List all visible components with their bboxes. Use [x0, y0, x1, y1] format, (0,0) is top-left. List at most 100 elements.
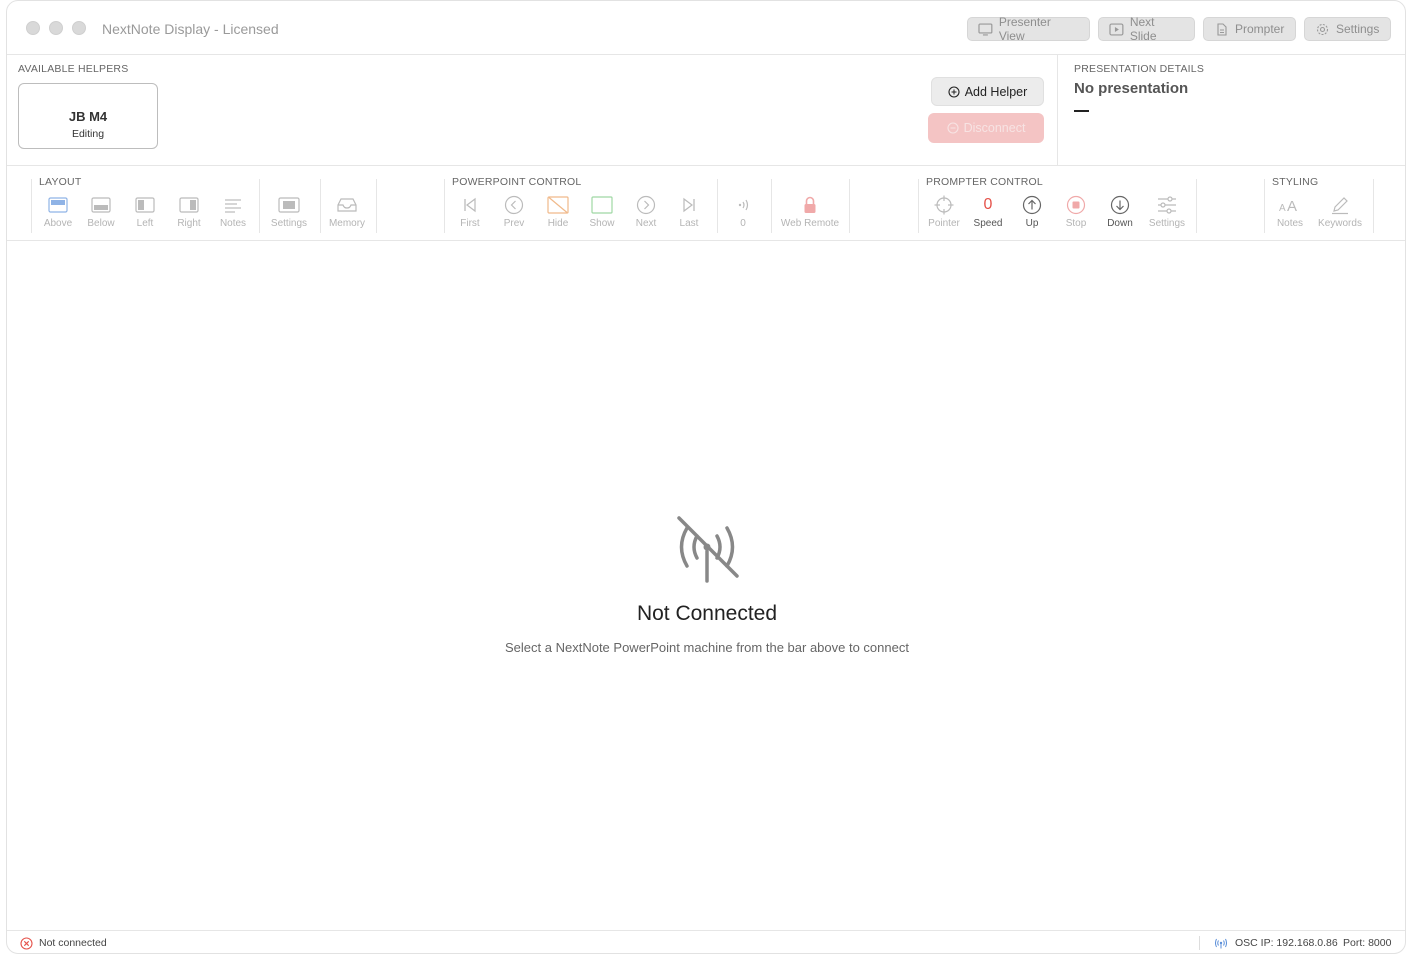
ppt-last-label: Last: [679, 218, 699, 229]
presentation-title: No presentation: [1074, 80, 1189, 97]
prompter-down-label: Down: [1107, 218, 1133, 229]
broadcast-icon: [1215, 938, 1227, 949]
presenter-view-button[interactable]: Presenter View: [967, 15, 1090, 43]
tray-icon: [337, 198, 357, 212]
styling-section-label: STYLING: [1272, 176, 1319, 188]
layout-right-button[interactable]: Right: [167, 194, 211, 229]
titlebar: NextNote Display - Licensed Presenter Vi…: [7, 1, 1405, 55]
document-icon: [1217, 22, 1227, 36]
add-helper-button[interactable]: Add Helper: [931, 77, 1044, 106]
notes-lines-icon: [225, 199, 241, 213]
pen-icon: [1332, 197, 1348, 215]
toolbar-separator: [717, 179, 718, 233]
next-slide-label: Next Slide: [1129, 15, 1157, 43]
layout-above-label: Above: [43, 218, 73, 229]
toolbar-separator: [376, 179, 377, 233]
status-bar: Not connected OSC IP: 192.168.0.86 Port:…: [7, 930, 1405, 953]
layout-right-label: Right: [177, 218, 201, 229]
layout-notes-button[interactable]: Notes: [211, 194, 255, 229]
prompter-stop-label: Stop: [1065, 218, 1087, 229]
not-connected-title: Not Connected: [636, 602, 778, 625]
svg-text:A: A: [1287, 198, 1297, 214]
display-settings-icon: [278, 197, 300, 213]
layout-left-button[interactable]: Left: [123, 194, 167, 229]
toolbar-separator: [849, 179, 850, 233]
status-separator: [1199, 936, 1200, 950]
web-remote-label: Web Remote: [780, 218, 840, 229]
presentation-details-label: PRESENTATION DETAILS: [1074, 63, 1205, 75]
ppt-next-label: Next: [635, 218, 657, 229]
app-window: NextNote Display - Licensed Presenter Vi…: [6, 0, 1406, 954]
toolbar-separator: [1373, 179, 1374, 233]
disconnect-button[interactable]: Disconnect: [928, 113, 1044, 143]
toolbar-separator: [771, 179, 772, 233]
close-window-button[interactable]: [26, 21, 40, 35]
layout-above-button[interactable]: Above: [36, 194, 80, 229]
prompter-button[interactable]: Prompter: [1203, 17, 1296, 41]
presentation-details-panel: PRESENTATION DETAILS No presentation: [1058, 55, 1405, 165]
ppt-next-button[interactable]: Next: [624, 194, 668, 229]
chevron-left-circle-icon: [504, 195, 524, 215]
minimize-window-button[interactable]: [49, 21, 63, 35]
ppt-hide-button[interactable]: Hide: [536, 194, 580, 229]
settings-button[interactable]: Settings: [1304, 17, 1391, 41]
layout-left-label: Left: [136, 218, 154, 229]
helper-card[interactable]: JB M4 Editing: [18, 83, 158, 149]
helper-status: Editing: [71, 128, 105, 140]
styling-notes-button[interactable]: AA Notes: [1268, 194, 1312, 229]
last-slide-icon: [683, 197, 695, 213]
toolbar-separator: [1196, 179, 1197, 233]
toolbar-separator: [918, 179, 919, 233]
osc-ip-text: OSC IP: 192.168.0.86: [1235, 937, 1338, 949]
layout-settings-label: Settings: [270, 218, 308, 229]
layout-notes-label: Notes: [219, 218, 247, 229]
monitor-icon: [978, 22, 993, 36]
sliders-icon: [1158, 196, 1176, 214]
signal-count-button[interactable]: 0: [721, 194, 765, 229]
layout-below-icon: [91, 197, 111, 213]
ppt-prev-button[interactable]: Prev: [492, 194, 536, 229]
styling-keywords-button[interactable]: Keywords: [1312, 194, 1368, 229]
not-connected-subtitle: Select a NextNote PowerPoint machine fro…: [505, 640, 909, 655]
connection-status-text: Not connected: [39, 937, 107, 949]
prompter-stop-button[interactable]: Stop: [1054, 194, 1098, 229]
layout-memory-button[interactable]: Memory: [325, 194, 369, 229]
zoom-window-button[interactable]: [72, 21, 86, 35]
settings-label: Settings: [1336, 22, 1380, 36]
prompter-speed-label: Speed: [973, 218, 1003, 229]
font-size-icon: AA: [1279, 198, 1297, 214]
toolbar-separator: [320, 179, 321, 233]
layout-settings-button[interactable]: Settings: [267, 194, 311, 229]
ppt-first-label: First: [460, 218, 480, 229]
svg-text:A: A: [1279, 203, 1286, 214]
powerpoint-section-label: POWERPOINT CONTROL: [452, 176, 582, 188]
next-slide-button[interactable]: Next Slide: [1098, 15, 1195, 43]
prompter-up-button[interactable]: Up: [1010, 194, 1054, 229]
hide-screen-icon: [547, 196, 569, 214]
styling-keywords-label: Keywords: [1318, 218, 1362, 229]
prompter-settings-button[interactable]: Settings: [1145, 194, 1189, 229]
signal-count-label: 0: [740, 218, 746, 229]
helper-name: JB M4: [68, 109, 108, 124]
presentation-placeholder-dash: [1074, 110, 1089, 112]
layout-left-icon: [135, 197, 155, 213]
lock-icon: [804, 196, 816, 213]
no-signal-icon: [677, 516, 739, 583]
prompter-pointer-button[interactable]: Pointer: [922, 194, 966, 229]
layout-below-button[interactable]: Below: [79, 194, 123, 229]
error-circle-icon: [20, 937, 33, 950]
ppt-show-button[interactable]: Show: [580, 194, 624, 229]
web-remote-button[interactable]: Web Remote: [777, 194, 843, 229]
ppt-last-button[interactable]: Last: [667, 194, 711, 229]
ppt-first-button[interactable]: First: [448, 194, 492, 229]
signal-waves-icon: [738, 199, 749, 211]
crosshair-icon: [934, 195, 954, 215]
toolbar-separator: [259, 179, 260, 233]
prompter-down-button[interactable]: Down: [1098, 194, 1142, 229]
layout-right-icon: [179, 197, 199, 213]
arrow-down-circle-icon: [1110, 195, 1130, 215]
show-screen-icon: [591, 196, 613, 214]
layout-below-label: Below: [87, 218, 115, 229]
ppt-prev-label: Prev: [503, 218, 525, 229]
helpers-panel: AVAILABLE HELPERS JB M4 Editing Add Help…: [7, 55, 1057, 165]
